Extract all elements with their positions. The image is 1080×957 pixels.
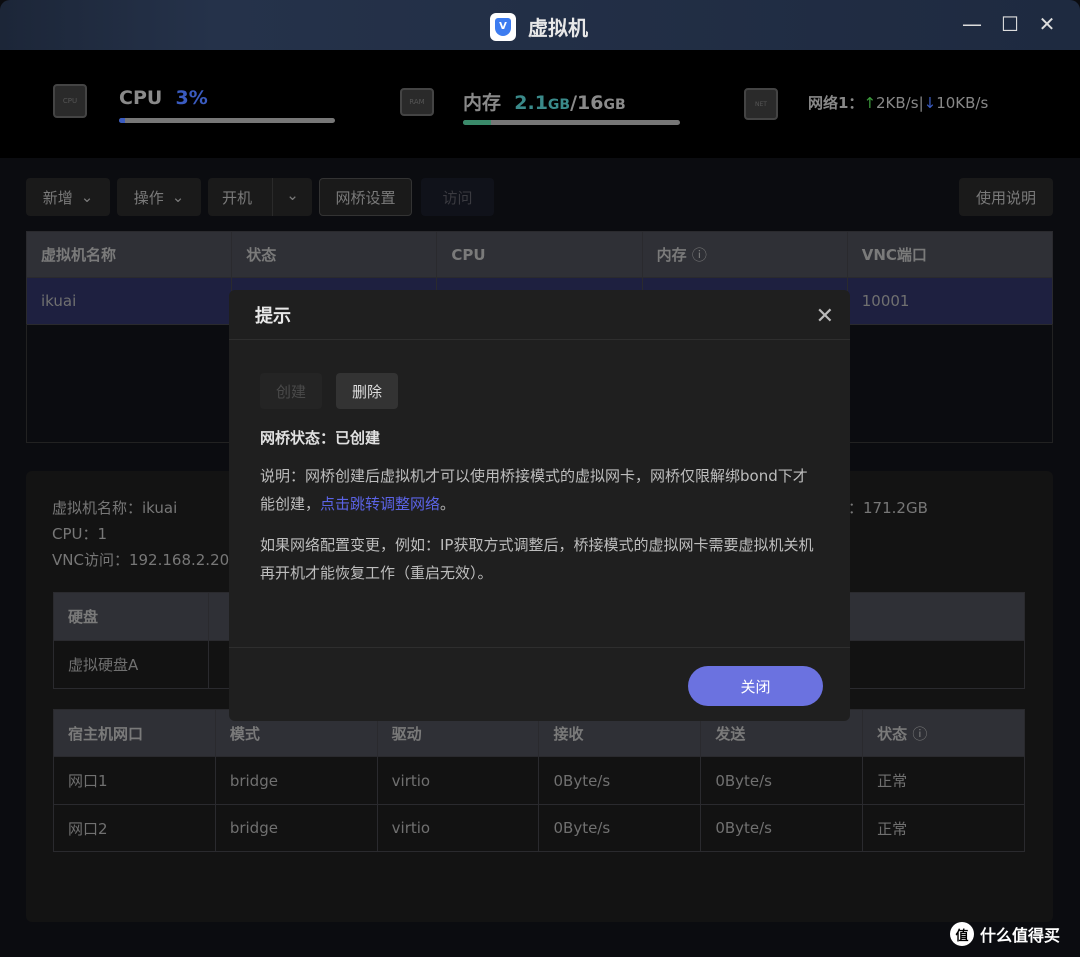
cpu-progress-bar [119,118,335,123]
stats-bar: CPU CPU 3% RAM 内存 2.1GB/16GB NET 网络1：↑2K… [0,50,1080,158]
watermark: 值什么值得买 [950,922,1060,946]
close-dialog-button[interactable]: 关闭 [688,666,823,706]
chevron-down-icon: ⌄ [171,188,185,206]
window-title-text: 虚拟机 [528,16,588,40]
memory-stat: 内存 2.1GB/16GB [463,92,626,114]
create-bridge-button[interactable]: 创建 [260,373,322,409]
vnc-info: VNC访问：192.168.2.20 [52,551,230,569]
title-bar: V 虚拟机 — ☐ ✕ [0,0,1080,50]
bridge-dialog: 提示 ✕ 创建 删除 网桥状态：已创建 说明：网桥创建后虚拟机才可以使用桥接模式… [229,290,850,721]
app-logo-icon: V [490,12,516,41]
dialog-note: 如果网络配置变更，例如：IP获取方式调整后，桥接模式的虚拟网卡需要虚拟机关机再开… [260,536,814,582]
dialog-description: 说明：网桥创建后虚拟机才可以使用桥接模式的虚拟网卡，网桥仅限解绑bond下才能创… [260,467,808,513]
delete-bridge-button[interactable]: 删除 [336,373,398,409]
bridge-status: 网桥状态：已创建 [260,429,381,447]
cpu-chip-icon: CPU [53,84,87,118]
memory-progress-bar [463,120,680,125]
power-on-button[interactable]: 开机 [222,187,252,208]
dialog-close-icon[interactable]: ✕ [816,304,834,329]
chevron-down-icon: ⌄ [80,188,94,206]
table-row: 网口1 bridge virtio 0Byte/s 0Byte/s 正常 [53,756,1025,805]
maximize-button[interactable]: ☐ [998,12,1022,36]
window-title: V 虚拟机 [490,12,588,41]
cpu-stat: CPU 3% [119,87,208,109]
visit-button[interactable]: 访问 [421,178,494,216]
info-icon[interactable]: ⓘ [692,246,707,264]
disk-size-info: ：171.2GB [848,499,928,517]
help-button[interactable]: 使用说明 [959,178,1053,216]
close-window-button[interactable]: ✕ [1035,12,1059,36]
network-icon: NET [744,88,778,120]
ram-chip-icon: RAM [400,88,434,116]
power-on-split-button[interactable]: 开机 ⌄ [208,178,312,216]
adjust-network-link[interactable]: 点击跳转调整网络 [320,495,440,513]
nic-table: 宿主机网口 模式 驱动 接收 发送 状态 ⓘ 网口1 bridge virtio 0Byte/s… [53,709,1025,852]
vm-name-info: 虚拟机名称：ikuai [52,499,178,517]
dialog-title: 提示 [229,290,850,340]
network-stat: 网络1：↑2KB/s|↓10KB/s [808,94,989,112]
chevron-down-icon[interactable]: ⌄ [272,178,312,216]
bridge-settings-button[interactable]: 网桥设置 [319,178,412,216]
operate-dropdown-button[interactable]: 操作 ⌄ [117,178,201,216]
vm-cpu-info: CPU：1 [52,525,108,543]
info-icon[interactable]: ⓘ [912,725,927,743]
minimize-button[interactable]: — [960,12,984,36]
dialog-footer-divider [229,647,850,648]
add-dropdown-button[interactable]: 新增 ⌄ [26,178,110,216]
table-row: 网口2 bridge virtio 0Byte/s 0Byte/s 正常 [53,804,1025,852]
